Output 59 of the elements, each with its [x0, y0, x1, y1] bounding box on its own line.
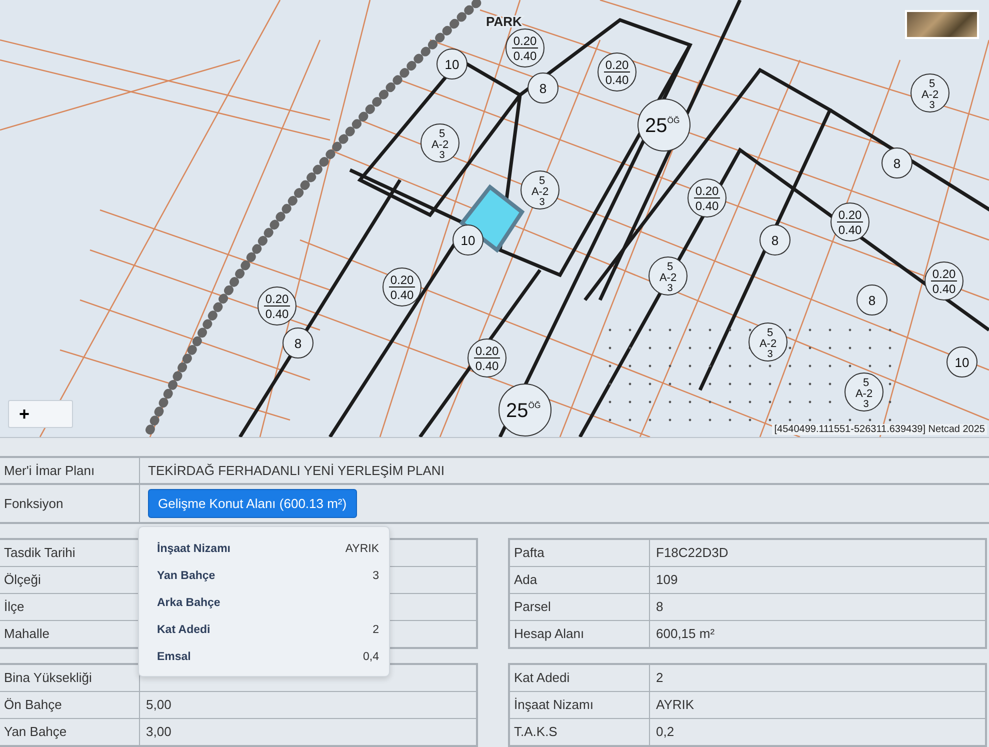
- popover-value: 0,4: [363, 650, 379, 662]
- field-value: 3,00: [146, 724, 172, 739]
- field-label: Ada: [510, 567, 650, 593]
- field-value: 5,00: [146, 697, 172, 712]
- zoning-symbol: 5 A-2 3: [748, 322, 788, 362]
- zoning-symbol: 8: [282, 328, 314, 358]
- zoning-symbol: 0.20 0.40: [382, 268, 422, 306]
- popover-value: 2: [372, 624, 379, 636]
- field-label: Yan Bahçe: [0, 719, 140, 745]
- zoning-symbol: 5 A-2 3: [420, 124, 460, 162]
- popover-label: Yan Bahçe: [157, 570, 216, 582]
- field-label: Kat Adedi: [510, 665, 650, 691]
- field-value: F18C22D3D: [656, 545, 728, 560]
- popover-value: 3: [372, 570, 379, 582]
- zoning-symbol: 0.20 0.40: [830, 202, 870, 242]
- zoning-symbol: 10: [452, 224, 484, 256]
- selected-parcel[interactable]: [459, 184, 525, 253]
- field-label: Fonksiyon: [0, 485, 140, 522]
- field-label: İnşaat Nizamı: [510, 692, 650, 718]
- field-value: 8: [656, 599, 664, 614]
- popover-value: AYRIK: [345, 542, 379, 554]
- zoning-symbol: 8: [528, 72, 558, 104]
- zoning-symbol: 0.20 0.40: [258, 286, 296, 326]
- zoning-symbol: 8: [856, 284, 888, 316]
- field-label: T.A.K.S: [510, 719, 650, 745]
- zoom-in-button[interactable]: +: [8, 400, 73, 428]
- zoning-symbol: 5 A-2 3: [910, 74, 950, 112]
- zoning-symbol: 10: [436, 48, 468, 80]
- zoning-symbol: 0.20 0.40: [506, 28, 544, 68]
- map-attribution: [4540499.111551-526311.639439] Netcad 2025: [772, 424, 987, 435]
- field-value: TEKİRDAĞ FERHADANLI YENİ YERLEŞİM PLANI: [148, 463, 444, 478]
- popover-label: Arka Bahçe: [157, 596, 220, 608]
- zoning-symbol: 8: [760, 224, 790, 256]
- field-label: Ön Bahçe: [0, 692, 140, 718]
- field-value: 109: [656, 572, 678, 587]
- zoning-symbol: 0.20 0.40: [598, 52, 636, 92]
- field-label: Mer'i İmar Planı: [0, 458, 140, 483]
- zoning-symbol: 25$^{ÖĞ}$: [498, 384, 552, 436]
- zoning-symbol: 8: [882, 148, 912, 178]
- popover-label: İnşaat Nizamı: [157, 542, 230, 554]
- field-label: Pafta: [510, 540, 650, 566]
- field-value: AYRIK: [656, 697, 694, 712]
- field-value: 0,2: [656, 724, 674, 739]
- field-value: 2: [656, 670, 664, 685]
- field-value: 600,15 m²: [656, 626, 715, 641]
- zoning-symbol: 0.20 0.40: [924, 262, 964, 300]
- zoning-symbol: 5 A-2 3: [844, 372, 884, 412]
- zoning-symbol: 25$^{ÖĞ}$: [638, 98, 690, 152]
- function-button[interactable]: Gelişme Konut Alanı (600.13 m²): [148, 489, 357, 518]
- field-label: Parsel: [510, 594, 650, 620]
- zoning-symbol: 0.20 0.40: [468, 338, 506, 378]
- zoning-symbol: 5 A-2 3: [520, 170, 560, 210]
- zoning-symbol: 5 A-2 3: [648, 256, 688, 296]
- field-label: Hesap Alanı: [510, 621, 650, 647]
- layer-thumbnail-icon[interactable]: [905, 10, 979, 39]
- popover-label: Kat Adedi: [157, 624, 210, 636]
- zoning-symbol: 0.20 0.40: [688, 178, 726, 218]
- zoning-symbol: 10: [946, 346, 978, 378]
- popover-label: Emsal: [157, 650, 191, 662]
